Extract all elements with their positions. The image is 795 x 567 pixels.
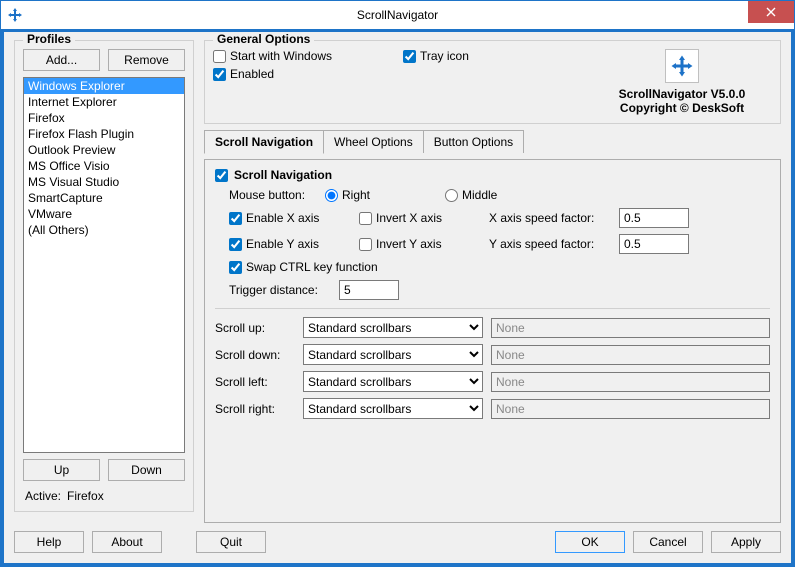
start-with-windows-label: Start with Windows [230, 49, 332, 63]
add-button[interactable]: Add... [23, 49, 100, 71]
scroll-left-extra [491, 372, 770, 392]
tray-icon-label: Tray icon [420, 49, 469, 63]
scroll-up-select[interactable]: Standard scrollbars [303, 317, 483, 338]
enabled-label: Enabled [230, 67, 274, 81]
scroll-down-select[interactable]: Standard scrollbars [303, 344, 483, 365]
swap-ctrl-checkbox[interactable]: Swap CTRL key function [229, 260, 770, 274]
list-item[interactable]: Internet Explorer [24, 94, 184, 110]
close-button[interactable] [748, 1, 794, 23]
tray-icon-checkbox[interactable]: Tray icon [403, 49, 563, 63]
scroll-navigation-section-label: Scroll Navigation [234, 168, 332, 182]
titlebar: ScrollNavigator [1, 1, 794, 29]
active-value: Firefox [67, 489, 104, 503]
enabled-checkbox[interactable]: Enabled [213, 67, 373, 81]
list-item[interactable]: MS Visual Studio [24, 174, 184, 190]
y-speed-label: Y axis speed factor: [489, 237, 609, 251]
scroll-right-extra [491, 399, 770, 419]
list-item[interactable]: MS Office Visio [24, 158, 184, 174]
ok-button[interactable]: OK [555, 531, 625, 553]
scroll-down-extra [491, 345, 770, 365]
list-item[interactable]: SmartCapture [24, 190, 184, 206]
brand-line1: ScrollNavigator V5.0.0 [592, 87, 772, 101]
mouse-button-label: Mouse button: [229, 188, 315, 202]
tab-scroll-navigation[interactable]: Scroll Navigation [204, 130, 324, 154]
app-icon [7, 7, 23, 23]
scroll-up-label: Scroll up: [215, 321, 295, 335]
divider [215, 308, 770, 309]
x-speed-input[interactable] [619, 208, 689, 228]
apply-button[interactable]: Apply [711, 531, 781, 553]
scroll-up-extra [491, 318, 770, 338]
scroll-down-label: Scroll down: [215, 348, 295, 362]
scroll-left-label: Scroll left: [215, 375, 295, 389]
active-label: Active: [25, 489, 61, 503]
list-item[interactable]: (All Others) [24, 222, 184, 238]
x-speed-label: X axis speed factor: [489, 211, 609, 225]
profiles-legend: Profiles [23, 32, 75, 46]
invert-x-checkbox[interactable]: Invert X axis [359, 211, 479, 225]
mouse-button-right-radio[interactable]: Right [325, 188, 435, 202]
start-with-windows-checkbox[interactable]: Start with Windows [213, 49, 373, 63]
enable-x-checkbox[interactable]: Enable X axis [229, 211, 349, 225]
scroll-right-select[interactable]: Standard scrollbars [303, 398, 483, 419]
about-button[interactable]: About [92, 531, 162, 553]
list-item[interactable]: Outlook Preview [24, 142, 184, 158]
enable-y-checkbox[interactable]: Enable Y axis [229, 237, 349, 251]
app-window: ScrollNavigator Profiles Add... Remove W… [0, 0, 795, 567]
down-button[interactable]: Down [108, 459, 185, 481]
scroll-navigation-panel: Scroll Navigation Mouse button: Right Mi… [204, 159, 781, 523]
remove-button[interactable]: Remove [108, 49, 185, 71]
general-legend: General Options [213, 32, 314, 46]
tab-wheel-options[interactable]: Wheel Options [323, 130, 424, 153]
tab-strip: Scroll NavigationWheel OptionsButton Opt… [204, 130, 781, 153]
brand-block: ScrollNavigator V5.0.0 Copyright © DeskS… [592, 49, 772, 115]
profiles-listbox[interactable]: Windows ExplorerInternet ExplorerFirefox… [23, 77, 185, 453]
brand-line2: Copyright © DeskSoft [592, 101, 772, 115]
invert-y-checkbox[interactable]: Invert Y axis [359, 237, 479, 251]
help-button[interactable]: Help [14, 531, 84, 553]
general-options-group: General Options Start with Windows Tray … [204, 40, 781, 124]
y-speed-input[interactable] [619, 234, 689, 254]
scroll-right-label: Scroll right: [215, 402, 295, 416]
brand-icon [665, 49, 699, 83]
list-item[interactable]: Windows Explorer [24, 78, 184, 94]
cancel-button[interactable]: Cancel [633, 531, 703, 553]
tab-button-options[interactable]: Button Options [423, 130, 524, 153]
list-item[interactable]: Firefox Flash Plugin [24, 126, 184, 142]
up-button[interactable]: Up [23, 459, 100, 481]
mouse-button-middle-radio[interactable]: Middle [445, 188, 497, 202]
profiles-group: Profiles Add... Remove Windows ExplorerI… [14, 40, 194, 512]
scroll-left-select[interactable]: Standard scrollbars [303, 371, 483, 392]
list-item[interactable]: Firefox [24, 110, 184, 126]
quit-button[interactable]: Quit [196, 531, 266, 553]
trigger-distance-label: Trigger distance: [229, 283, 329, 297]
scroll-navigation-enable-checkbox[interactable] [215, 169, 228, 182]
bottom-button-row: Help About Quit OK Cancel Apply [14, 523, 781, 553]
window-title: ScrollNavigator [357, 8, 438, 22]
client-area: Profiles Add... Remove Windows ExplorerI… [1, 29, 794, 566]
list-item[interactable]: VMware [24, 206, 184, 222]
trigger-distance-input[interactable] [339, 280, 399, 300]
